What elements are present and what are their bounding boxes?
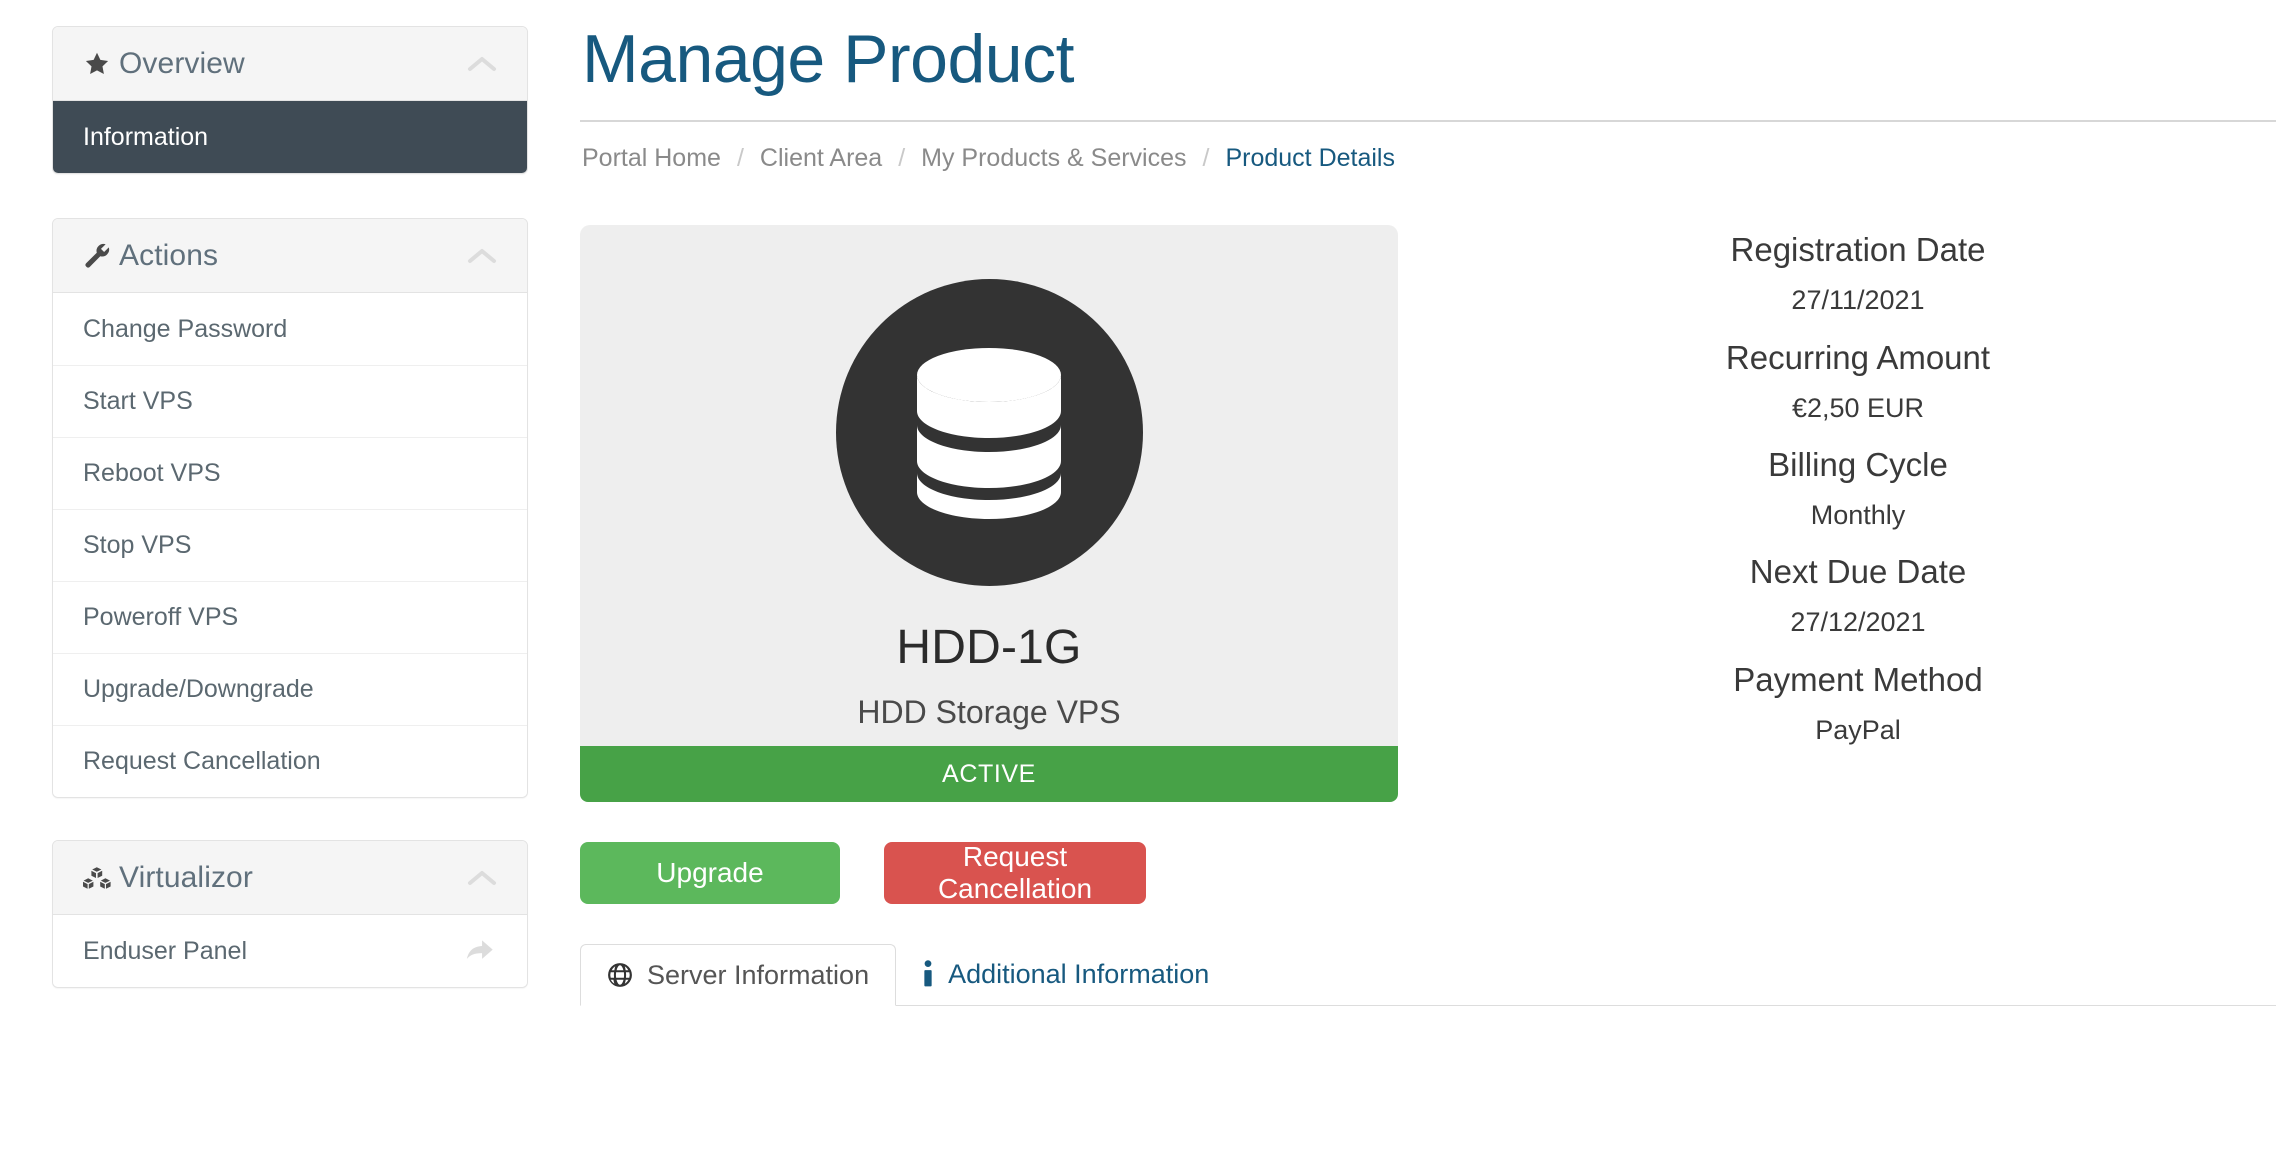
- sidebar-panel-virtualizor-title: Virtualizor: [119, 860, 253, 894]
- request-cancellation-button[interactable]: Request Cancellation: [884, 841, 1146, 905]
- sidebar-item-label: Start VPS: [83, 387, 193, 415]
- sidebar: Overview Information Actions Change Pass…: [0, 0, 580, 1030]
- product-description: HDD Storage VPS: [857, 693, 1121, 730]
- chevron-up-icon[interactable]: [465, 245, 499, 267]
- recurring-amount-value: €2,50 EUR: [1791, 392, 1925, 423]
- billing-cycle-value: Monthly: [1810, 500, 1906, 531]
- tab-label: Additional Information: [948, 958, 1210, 989]
- sidebar-actions-list: Change Password Start VPS Reboot VPS Sto…: [53, 293, 527, 797]
- next-due-date-value: 27/12/2021: [1790, 607, 1926, 638]
- sidebar-item-label: Enduser Panel: [83, 936, 248, 965]
- product-name: HDD-1G: [896, 621, 1082, 675]
- sidebar-panel-overview: Overview Information: [52, 26, 528, 174]
- breadcrumb-client-area[interactable]: Client Area: [760, 144, 882, 173]
- breadcrumb: Portal Home / Client Area / My Products …: [580, 122, 2276, 173]
- sidebar-item-enduser-panel[interactable]: Enduser Panel: [53, 915, 527, 987]
- sidebar-panel-actions-header[interactable]: Actions: [53, 219, 527, 293]
- star-icon: [83, 50, 117, 78]
- globe-icon: [607, 962, 633, 988]
- wrench-icon: [83, 242, 117, 270]
- sidebar-virtualizor-list: Enduser Panel: [53, 915, 527, 987]
- sidebar-panel-overview-title: Overview: [119, 46, 245, 80]
- database-icon: [835, 279, 1143, 587]
- info-icon: [922, 960, 934, 988]
- sidebar-item-label: Reboot VPS: [83, 459, 221, 487]
- sidebar-item-change-password[interactable]: Change Password: [53, 293, 527, 365]
- sidebar-item-reboot-vps[interactable]: Reboot VPS: [53, 437, 527, 509]
- sidebar-item-information[interactable]: Information: [53, 101, 527, 173]
- page-title: Manage Product: [582, 21, 1074, 97]
- tab-strip: Server Information Additional Informatio…: [580, 943, 2276, 1007]
- product-action-buttons: Upgrade Request Cancellation: [580, 802, 1400, 905]
- sidebar-item-start-vps[interactable]: Start VPS: [53, 365, 527, 437]
- tab-server-information[interactable]: Server Information: [580, 944, 897, 1007]
- chevron-up-icon[interactable]: [465, 53, 499, 75]
- sidebar-item-label: Request Cancellation: [83, 747, 321, 775]
- manage-product-page: Overview Information Actions Change Pass…: [0, 0, 2276, 1160]
- registration-date-label: Registration Date: [1730, 231, 1986, 269]
- sidebar-item-label: Poweroff VPS: [83, 603, 239, 631]
- payment-method-value: PayPal: [1815, 714, 1901, 745]
- sidebar-panel-virtualizor: Virtualizor Enduser Panel: [52, 840, 528, 988]
- next-due-date-label: Next Due Date: [1749, 553, 1967, 591]
- breadcrumb-separator: /: [736, 144, 744, 173]
- product-details-summary: Registration Date 27/11/2021 Recurring A…: [1400, 225, 2276, 748]
- sidebar-panel-actions-title: Actions: [119, 238, 219, 272]
- main-content: Manage Product Portal Home / Client Area…: [580, 0, 2276, 1007]
- upgrade-button[interactable]: Upgrade: [580, 842, 840, 905]
- cubes-icon: [83, 866, 117, 890]
- breadcrumb-separator: /: [1202, 144, 1210, 173]
- breadcrumb-my-products-services[interactable]: My Products & Services: [921, 144, 1186, 173]
- external-share-icon: [463, 936, 497, 966]
- sidebar-panel-overview-header[interactable]: Overview: [53, 27, 527, 101]
- sidebar-item-label: Stop VPS: [83, 531, 192, 559]
- product-column: HDD-1G HDD Storage VPS ACTIVE Upgrade Re…: [580, 225, 2276, 1007]
- sidebar-item-stop-vps[interactable]: Stop VPS: [53, 509, 527, 581]
- breadcrumb-portal-home[interactable]: Portal Home: [582, 144, 721, 173]
- content-row: HDD-1G HDD Storage VPS ACTIVE Upgrade Re…: [580, 173, 2276, 1007]
- status-badge: ACTIVE: [580, 746, 1398, 803]
- billing-cycle-label: Billing Cycle: [1768, 445, 1948, 483]
- breadcrumb-product-details[interactable]: Product Details: [1225, 144, 1395, 173]
- sidebar-item-label: Change Password: [83, 314, 288, 343]
- tab-label: Server Information: [647, 959, 870, 990]
- sidebar-item-poweroff-vps[interactable]: Poweroff VPS: [53, 581, 527, 653]
- sidebar-panel-actions: Actions Change Password Start VPS Reboot…: [52, 218, 528, 798]
- recurring-amount-label: Recurring Amount: [1725, 338, 1991, 376]
- product-card: HDD-1G HDD Storage VPS: [580, 225, 1398, 761]
- chevron-up-icon[interactable]: [465, 867, 499, 889]
- sidebar-item-upgrade-downgrade[interactable]: Upgrade/Downgrade: [53, 653, 527, 725]
- sidebar-item-label: Upgrade/Downgrade: [83, 675, 314, 703]
- tabs-container: Server Information Additional Informatio…: [580, 904, 2276, 1007]
- tab-additional-information[interactable]: Additional Information: [896, 943, 1235, 1005]
- sidebar-panel-virtualizor-header[interactable]: Virtualizor: [53, 841, 527, 915]
- payment-method-label: Payment Method: [1733, 660, 1983, 698]
- sidebar-item-request-cancellation[interactable]: Request Cancellation: [53, 725, 527, 797]
- registration-date-value: 27/11/2021: [1791, 285, 1925, 316]
- breadcrumb-separator: /: [898, 144, 906, 173]
